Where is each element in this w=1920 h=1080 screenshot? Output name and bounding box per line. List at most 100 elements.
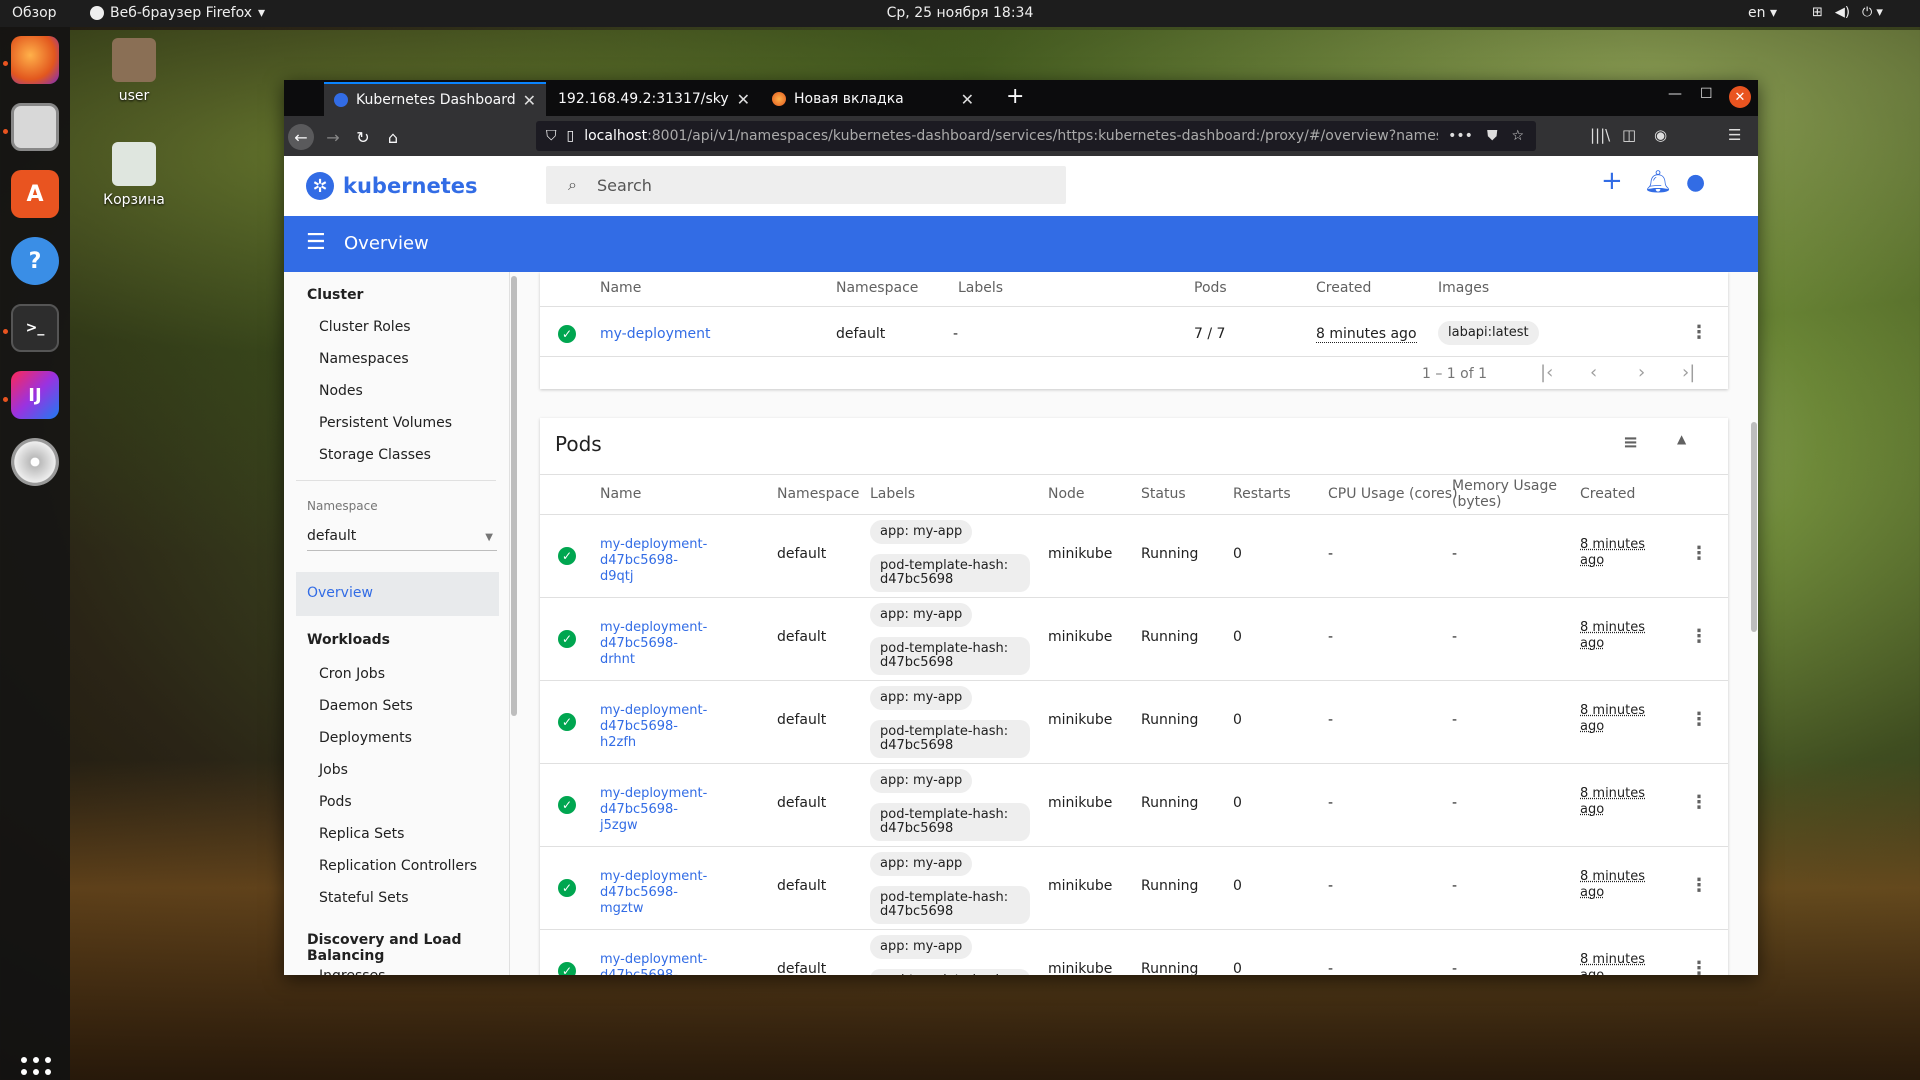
sidebar-item[interactable]: Storage Classes [319, 447, 431, 463]
main-scrollbar[interactable] [1750, 272, 1758, 975]
desktop-icon-trash[interactable]: Корзина [89, 142, 179, 208]
pod-name-link[interactable]: my-deployment-d47bc5698-drhnt [600, 620, 710, 668]
create-plus-icon[interactable]: + [1601, 166, 1623, 196]
filter-icon[interactable]: ≡ [1623, 432, 1638, 453]
maximize-button[interactable]: ☐ [1700, 86, 1713, 102]
dvd-dock-icon[interactable] [11, 438, 59, 486]
column-header[interactable]: Memory Usage (bytes) [1452, 478, 1562, 510]
column-header[interactable]: Pods [1194, 280, 1227, 296]
sidebar-toggle-icon[interactable]: ◫ [1622, 126, 1636, 144]
help-dock-icon[interactable]: ? [11, 237, 59, 285]
show-apps-icon[interactable] [21, 1057, 51, 1080]
more-actions-icon[interactable]: ⋮ [1690, 958, 1708, 975]
pod-name-link[interactable]: my-deployment-d47bc5698-nf4dp [600, 952, 710, 975]
first-page-icon[interactable]: |‹ [1540, 362, 1553, 383]
status-ok-icon: ✓ [558, 713, 576, 731]
page-info-icon[interactable]: ▯ [567, 128, 575, 144]
more-actions-icon[interactable]: ⋮ [1690, 709, 1708, 730]
account-icon[interactable]: ◉ [1654, 126, 1667, 144]
minimize-button[interactable]: — [1668, 86, 1682, 102]
sidebar-item[interactable]: Cron Jobs [319, 666, 385, 682]
sidebar-item[interactable]: Deployments [319, 730, 412, 746]
user-account-icon[interactable]: ● [1686, 170, 1705, 195]
kubernetes-logo[interactable]: ✲ kubernetes [306, 172, 478, 200]
shield-icon[interactable]: ⛉ [546, 128, 557, 144]
sidebar-item[interactable]: Nodes [319, 383, 363, 399]
column-header[interactable]: Name [600, 280, 641, 296]
menu-icon[interactable]: ☰ [306, 230, 326, 255]
next-page-icon[interactable]: › [1638, 362, 1645, 383]
url-bar[interactable]: ⛉ ▯ localhost:8001/api/v1/namespaces/kub… [536, 121, 1536, 151]
sidebar-item[interactable]: Jobs [319, 762, 348, 778]
close-icon[interactable]: ✕ [523, 91, 536, 110]
url-text[interactable]: localhost:8001/api/v1/namespaces/kuberne… [584, 128, 1438, 144]
sidebar-item[interactable]: Replica Sets [319, 826, 404, 842]
row-divider [540, 763, 1728, 764]
sidebar-item[interactable]: Ingresses [319, 968, 385, 975]
sidebar-item[interactable]: Pods [319, 794, 352, 810]
page-actions-icon[interactable]: ••• [1448, 128, 1473, 144]
notifications-bell-icon[interactable]: 🔔︎ [1644, 170, 1672, 195]
search-input[interactable]: ⌕ Search [546, 166, 1066, 204]
more-actions-icon[interactable]: ⋮ [1690, 322, 1708, 343]
pod-status: Running [1141, 878, 1199, 894]
system-menu[interactable]: ⊞ ◀) ⏻ ▾ [1812, 5, 1883, 20]
tab-new[interactable]: Новая вкладка ✕ [762, 82, 984, 116]
pod-memory: - [1452, 629, 1458, 645]
column-header[interactable]: Labels [870, 486, 1010, 502]
pod-name-link[interactable]: my-deployment-d47bc5698-d9qtj [600, 537, 710, 585]
forward-button[interactable]: → [320, 124, 346, 150]
software-dock-icon[interactable]: A [11, 170, 59, 218]
firefox-dock-icon[interactable] [11, 36, 59, 84]
previous-page-icon[interactable]: ‹ [1590, 362, 1597, 383]
hamburger-menu-icon[interactable]: ☰ [1728, 126, 1741, 144]
column-header[interactable]: Name [600, 486, 740, 502]
column-header[interactable]: Namespace [836, 280, 918, 296]
sidebar-item[interactable]: Persistent Volumes [319, 415, 452, 431]
pod-name-link[interactable]: my-deployment-d47bc5698-h2zfh [600, 703, 710, 751]
reload-button[interactable]: ↻ [350, 124, 376, 150]
column-header[interactable]: Created [1316, 280, 1371, 296]
column-header[interactable]: CPU Usage (cores) [1328, 486, 1468, 502]
column-header[interactable]: Created [1580, 486, 1720, 502]
language-indicator[interactable]: en ▾ [1748, 5, 1777, 21]
more-actions-icon[interactable]: ⋮ [1690, 792, 1708, 813]
sidebar-item[interactable]: Cluster Roles [319, 319, 411, 335]
tab-kubernetes-dashboard[interactable]: Kubernetes Dashboard ✕ [324, 82, 546, 116]
running-indicator [3, 61, 8, 66]
terminal-dock-icon[interactable]: >_ [11, 304, 59, 352]
collapse-icon[interactable]: ▲ [1677, 432, 1686, 446]
clock[interactable]: Ср, 25 ноября 18:34 [0, 5, 1920, 21]
close-icon[interactable]: ✕ [737, 90, 750, 109]
tab-skynet[interactable]: 192.168.49.2:31317/skynet/ ✕ [548, 82, 760, 116]
more-actions-icon[interactable]: ⋮ [1690, 875, 1708, 896]
sidebar-item[interactable]: Namespaces [319, 351, 409, 367]
more-actions-icon[interactable]: ⋮ [1690, 543, 1708, 564]
close-icon[interactable]: ✕ [961, 90, 974, 109]
sidebar-item[interactable]: Daemon Sets [319, 698, 413, 714]
column-header[interactable]: Labels [958, 280, 1003, 296]
intellij-dock-icon[interactable]: IJ [11, 371, 59, 419]
trash-icon [112, 142, 156, 186]
deployment-name-link[interactable]: my-deployment [600, 326, 710, 342]
pocket-icon[interactable]: ⛊ [1487, 128, 1498, 144]
files-dock-icon[interactable] [11, 103, 59, 151]
home-button[interactable]: ⌂ [380, 124, 406, 150]
column-header[interactable]: Images [1438, 280, 1489, 296]
sidebar-scrollbar[interactable] [510, 272, 518, 975]
pod-name-link[interactable]: my-deployment-d47bc5698-mgztw [600, 869, 710, 917]
desktop-icon-user[interactable]: user [89, 38, 179, 104]
volume-icon: ◀) [1834, 5, 1850, 20]
last-page-icon[interactable]: ›| [1682, 362, 1695, 383]
namespace-select[interactable]: default ▼ [307, 528, 497, 551]
library-icon[interactable]: |||\ [1590, 126, 1610, 144]
new-tab-button[interactable]: + [1006, 84, 1024, 109]
sidebar-item-overview[interactable]: Overview [296, 572, 499, 616]
window-close-button[interactable]: ✕ [1729, 86, 1751, 108]
sidebar-item[interactable]: Stateful Sets [319, 890, 408, 906]
bookmark-star-icon[interactable]: ☆ [1511, 128, 1524, 144]
back-button[interactable]: ← [288, 124, 314, 150]
sidebar-item[interactable]: Replication Controllers [319, 858, 477, 874]
more-actions-icon[interactable]: ⋮ [1690, 626, 1708, 647]
pod-name-link[interactable]: my-deployment-d47bc5698-j5zgw [600, 786, 710, 834]
